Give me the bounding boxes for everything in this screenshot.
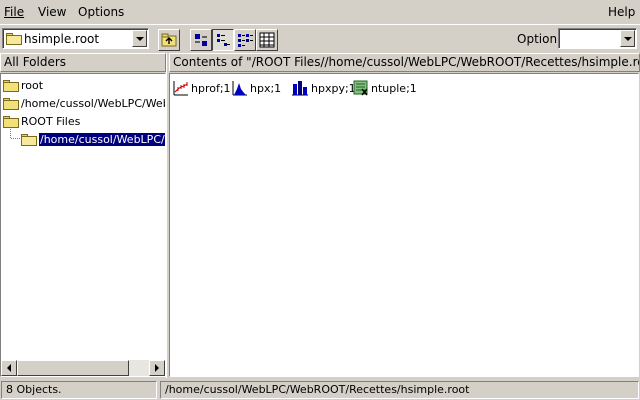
- option-combo-dropdown-button[interactable]: [620, 30, 635, 47]
- object-label: hpxpy;1: [311, 81, 356, 95]
- object-label: hpx;1: [250, 81, 282, 95]
- object-ntuple[interactable]: ntuple;1: [353, 80, 417, 96]
- object-label: ntuple;1: [371, 81, 417, 95]
- tree-item-root[interactable]: root: [3, 77, 43, 94]
- chevron-down-icon: [623, 36, 632, 41]
- menu-view-label: View: [38, 5, 67, 19]
- tree-item-label-selected: /home/cussol/WebLPC/WebROOT: [37, 132, 165, 147]
- scroll-thumb[interactable]: [17, 360, 129, 376]
- chevron-down-icon: [135, 36, 144, 41]
- tree-header: All Folders: [0, 53, 166, 72]
- menu-options[interactable]: Options: [78, 5, 124, 19]
- menu-help[interactable]: Help: [608, 5, 635, 19]
- small-icons-view-icon: [217, 34, 230, 46]
- tree-item-root-files[interactable]: ROOT Files: [3, 113, 80, 130]
- option-label: Option: [517, 32, 558, 46]
- menu-file-label: File: [4, 5, 25, 19]
- folder-icon: [3, 79, 19, 92]
- contents-list: hprof;1 hpx;1 hpxpy;1 ntuple;1: [169, 73, 639, 377]
- small-icons-view-button[interactable]: [212, 29, 234, 51]
- menu-help-label: Help: [608, 5, 636, 19]
- location-combo[interactable]: hsimple.root: [2, 28, 149, 49]
- folder-icon: [3, 97, 19, 110]
- details-view-icon: [259, 32, 275, 48]
- ntuple-icon: [353, 80, 368, 96]
- folder-up-button[interactable]: [158, 29, 180, 51]
- menu-view[interactable]: View: [38, 5, 66, 19]
- arrow-right-icon: [155, 364, 159, 372]
- tree-item-label: root: [21, 79, 44, 92]
- menu-options-label: Options: [78, 5, 125, 19]
- folder-icon: [3, 115, 19, 128]
- object-hprof[interactable]: hprof;1: [173, 80, 231, 96]
- panel-splitter[interactable]: [166, 53, 168, 378]
- details-view-button[interactable]: [256, 29, 278, 51]
- histogram-1d-icon: [232, 81, 247, 96]
- menubar: File View Options Help: [0, 0, 640, 24]
- content-header: Contents of "/ROOT Files//home/cussol/We…: [169, 53, 640, 72]
- object-hpxpy[interactable]: hpxpy;1: [291, 80, 356, 96]
- status-path: /home/cussol/WebLPC/WebROOT/Recettes/hsi…: [160, 381, 639, 399]
- tree-item-label: ROOT Files: [21, 115, 81, 128]
- list-view-button[interactable]: [234, 29, 256, 51]
- large-icons-view-button[interactable]: [190, 29, 212, 51]
- scroll-left-button[interactable]: [1, 360, 17, 376]
- option-combo[interactable]: [558, 28, 637, 49]
- tree-item-webroot-selected[interactable]: /home/cussol/WebLPC/WebROOT: [21, 131, 165, 148]
- list-view-icon: [238, 34, 253, 47]
- toolbar: hsimple.root Option: [0, 24, 640, 52]
- tree-item-webroot[interactable]: /home/cussol/WebLPC/WebROOT: [3, 95, 165, 112]
- object-label: hprof;1: [191, 81, 231, 95]
- location-combo-value-wrap: hsimple.root: [6, 32, 99, 46]
- profile-histogram-icon: [173, 81, 188, 96]
- folder-icon: [6, 33, 22, 45]
- open-folder-icon: [21, 133, 37, 146]
- histogram-2d-icon: [292, 81, 308, 96]
- menu-file[interactable]: File: [4, 5, 24, 19]
- tree-item-label: /home/cussol/WebLPC/WebROOT: [21, 97, 165, 110]
- location-combo-value: hsimple.root: [24, 32, 100, 46]
- folder-up-icon: [161, 33, 177, 47]
- arrow-left-icon: [7, 364, 11, 372]
- folder-tree: root /home/cussol/WebLPC/WebROOT ROOT Fi…: [0, 73, 166, 377]
- tree-horizontal-scrollbar[interactable]: [1, 360, 165, 376]
- scroll-right-button[interactable]: [149, 360, 165, 376]
- status-object-count: 8 Objects.: [1, 381, 157, 399]
- large-icons-view-icon: [195, 34, 207, 46]
- object-hpx[interactable]: hpx;1: [232, 80, 281, 96]
- location-combo-dropdown-button[interactable]: [132, 30, 147, 47]
